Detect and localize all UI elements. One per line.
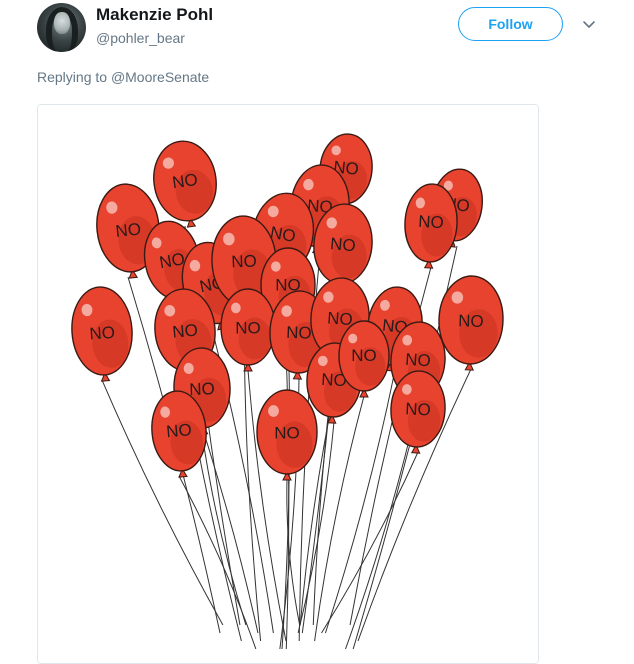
balloon: NO <box>404 183 458 269</box>
avatar-face <box>54 12 70 34</box>
balloon-label: NO <box>274 423 300 442</box>
balloons-illustration: NONONO NONONONONO NONONONONO NO NO NONO NO NONO… <box>71 133 504 650</box>
tweet-media-image[interactable]: NO NO NO NO NO NO NO NO NO NO NO NO NO NO NO NO NO NO NO NO… <box>37 104 539 664</box>
user-handle[interactable]: @pohler_bear <box>96 30 185 46</box>
balloon-label: NO <box>231 252 257 272</box>
follow-button[interactable]: Follow <box>458 7 563 41</box>
balloon-label: NO <box>418 212 444 232</box>
balloons-group: NONONO NONONONONO NONONONONO NO NO NONO NO NONO… <box>71 133 504 481</box>
balloon-label: NO <box>235 319 261 338</box>
reply-mention-link[interactable]: @MooreSenate <box>111 69 209 85</box>
reply-prefix: Replying to <box>37 69 108 85</box>
balloon-label: NO <box>171 170 199 192</box>
balloon-label: NO <box>329 234 356 255</box>
balloon-label: NO <box>327 308 354 329</box>
balloon-label: NO <box>405 399 431 419</box>
balloon-label: NO <box>286 323 312 343</box>
balloon: NO <box>153 140 217 228</box>
balloon-label: NO <box>351 346 377 365</box>
display-name[interactable]: Makenzie Pohl <box>96 5 213 25</box>
balloon: NO <box>71 286 133 382</box>
chevron-down-icon[interactable] <box>581 17 597 33</box>
balloon-label: NO <box>172 321 199 342</box>
balloon-label: NO <box>89 323 116 344</box>
balloon: NO <box>220 288 276 372</box>
balloon-label: NO <box>189 379 215 399</box>
balloon-label: NO <box>115 219 142 241</box>
balloon: NO <box>256 389 318 481</box>
balloon-label: NO <box>165 420 192 441</box>
avatar[interactable] <box>37 3 86 52</box>
balloon-label: NO <box>405 350 432 371</box>
reply-context: Replying to @MooreSenate <box>37 69 209 85</box>
balloon-label: NO <box>458 311 484 331</box>
